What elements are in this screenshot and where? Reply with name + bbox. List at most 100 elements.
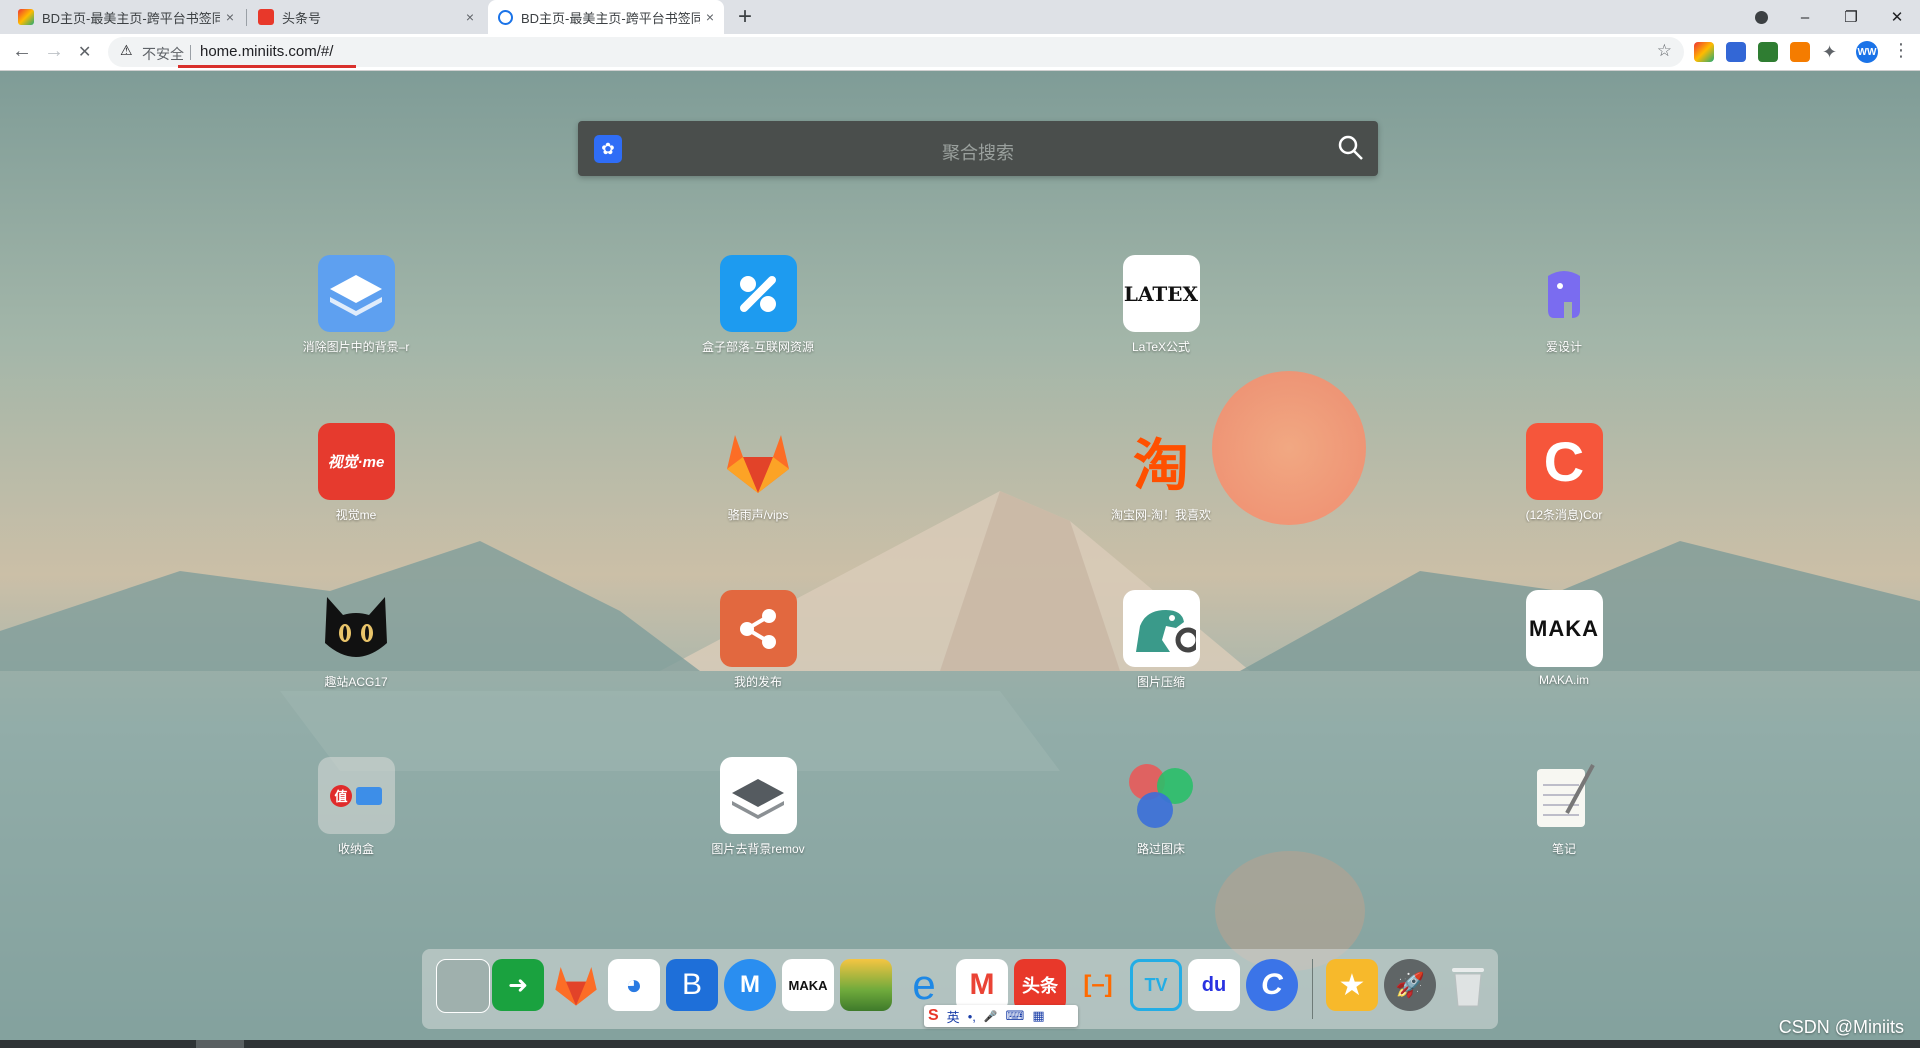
app-label: MAKA.im [1538,673,1589,687]
sogou-ime-toolbar[interactable]: S 英 •, 🎤 ⌨ ▦ [924,1005,1078,1027]
green-file-share-icon[interactable]: ➜ [492,959,544,1011]
close-window-button[interactable]: ✕ [1874,0,1920,34]
app-label: 我的发布 [733,675,782,689]
messenger-m-icon[interactable]: M [724,959,776,1011]
ime-grid-icon[interactable]: ▦ [1032,1008,1044,1024]
gmail-icon[interactable]: M [956,959,1008,1011]
ime-lang-toggle[interactable]: 英 [947,1007,960,1026]
tab-title: 头条号 [282,10,322,26]
ime-keyboard-icon[interactable]: ⌨ [1006,1008,1025,1024]
toutiao-favicon [258,9,274,25]
app-latex[interactable]: LATEX LaTeX公式 [1061,255,1261,355]
elephant-icon [1526,255,1603,332]
broken-image-icon[interactable] [436,959,490,1013]
app-remove-bg[interactable]: 消除图片中的背景–r [256,255,456,355]
trash-bin-icon[interactable] [1442,959,1494,1011]
loading-spinner-icon [498,9,513,25]
ime-punct-toggle[interactable]: •, [968,1009,976,1024]
toutiao-icon[interactable]: 头条 [1014,959,1066,1011]
back-button[interactable]: ← [12,40,32,63]
tab-toutiao[interactable]: 头条号 × [248,0,484,34]
restore-button[interactable]: ❐ [1828,0,1874,34]
insecure-label: 不安全 [142,46,184,62]
app-image-host[interactable]: 路过图床 [1061,757,1261,857]
tab-divider [246,9,247,26]
app-acg17[interactable]: 趣站ACG17 [256,590,456,690]
bootstrap-b-icon[interactable]: B [666,959,718,1011]
csdn-c-icon: C [1525,423,1603,500]
shijue-me-icon: 视觉·me [317,423,395,500]
tab-bd-home-1[interactable]: BD主页-最美主页-跨平台书签同 × [8,0,244,34]
app-label: 消除图片中的背景–r [302,340,410,354]
puzzle-extensions-icon[interactable]: ✦ [1822,42,1842,62]
warning-icon[interactable]: ⚠ [120,42,133,59]
url-text[interactable]: home.miniits.com/#/ [200,43,333,60]
tab-search-button[interactable] [1738,0,1784,34]
bilibili-tv-icon[interactable]: TV [1130,959,1182,1011]
blue-monster-icon[interactable]: ◕ [608,959,660,1011]
minimize-button[interactable]: – [1782,0,1828,34]
app-box-tribe[interactable]: 盒子部落-互联网资源 [658,255,858,355]
baidu-paw-icon[interactable]: du [1188,959,1240,1011]
maka-icon: MAKA [1525,590,1603,667]
grid-extension-icon[interactable] [1726,42,1746,62]
box-tribe-icon [719,255,797,332]
search-input[interactable]: 聚合搜索 [578,139,1378,165]
color-circles-icon [1123,757,1200,834]
tab-close-icon[interactable]: × [226,9,234,25]
taobao-icon: 淘 [1133,434,1189,497]
app-taobao[interactable]: 淘 淘宝网-淘！我喜欢 [1061,423,1261,523]
favorites-star-icon[interactable]: ★ [1326,959,1378,1011]
tab-title: BD主页-最美主页-跨平台书签同 [521,10,700,26]
profile-avatar[interactable]: WW [1856,41,1878,63]
app-tinypng[interactable]: 图片压缩 [1061,590,1261,690]
off-extension-icon[interactable] [1790,42,1810,62]
launchpad-rocket-icon[interactable]: 🚀 [1384,959,1436,1011]
app-label: 骆雨声/vips [727,508,789,522]
bookmark-star-icon[interactable]: ☆ [1657,41,1672,61]
app-ai-design[interactable]: 爱设计 [1464,255,1664,355]
latex-icon: LATEX [1122,255,1200,332]
aggregate-search-bar: ✿ 聚合搜索 [578,121,1378,176]
app-label: 爱设计 [1545,340,1582,354]
new-tab-button[interactable]: + [738,4,752,30]
app-maka[interactable]: MAKA MAKA.im [1464,590,1664,687]
tab-bd-home-active[interactable]: BD主页-最美主页-跨平台书签同 × [488,0,724,34]
stop-loading-button[interactable]: ✕ [78,42,91,62]
forward-button[interactable]: → [44,40,64,63]
app-storage-box[interactable]: 值 收纳盒 [256,757,456,857]
app-label: 视觉me [335,508,377,522]
address-divider [190,45,191,60]
app-csdn[interactable]: C (12条消息)Cor [1464,423,1664,523]
app-notes[interactable]: 笔记 [1464,757,1664,857]
app-my-publish[interactable]: 我的发布 [658,590,858,690]
app-remove-bg-2[interactable]: 图片去背景remov [658,757,858,857]
ime-mic-icon[interactable]: 🎤 [984,1010,998,1023]
dock-separator [1312,959,1313,1019]
search-icon[interactable] [1336,133,1366,163]
app-label: 图片去背景remov [711,842,805,856]
address-bar[interactable]: ⚠ 不安全 home.miniits.com/#/ ☆ [108,37,1684,67]
alibaba-cloud-icon[interactable]: [–] [1072,959,1124,1011]
mountain-landscape [0,491,1920,1040]
maka-icon[interactable]: MAKA [782,959,834,1011]
app-vips-gitlab[interactable]: 骆雨声/vips [658,423,858,523]
chrome-menu-icon[interactable]: ⋮ [1892,40,1910,61]
bd-extension-icon[interactable] [1694,42,1714,62]
app-shijue-me[interactable]: 视觉·me 视觉me [256,423,456,523]
app-label: 盒子部落-互联网资源 [702,340,814,354]
folder-box-icon: 值 [317,757,395,834]
app-label: 图片压缩 [1136,675,1185,689]
mini-app-icon [356,786,382,805]
edge-icon[interactable]: e [898,959,950,1011]
gitlab-fox-icon[interactable] [550,959,602,1011]
sunrise-field-icon[interactable] [840,959,892,1011]
tab-close-icon[interactable]: × [466,9,474,25]
download-extension-icon[interactable] [1758,42,1778,62]
tab-title: BD主页-最美主页-跨平台书签同 [42,10,220,26]
tab-close-icon[interactable]: × [706,9,714,25]
gitlab-fox-icon [720,423,797,500]
app-label: 收纳盒 [337,842,374,856]
canva-c-icon[interactable]: C [1246,959,1298,1011]
tab-search-icon [1754,10,1768,24]
